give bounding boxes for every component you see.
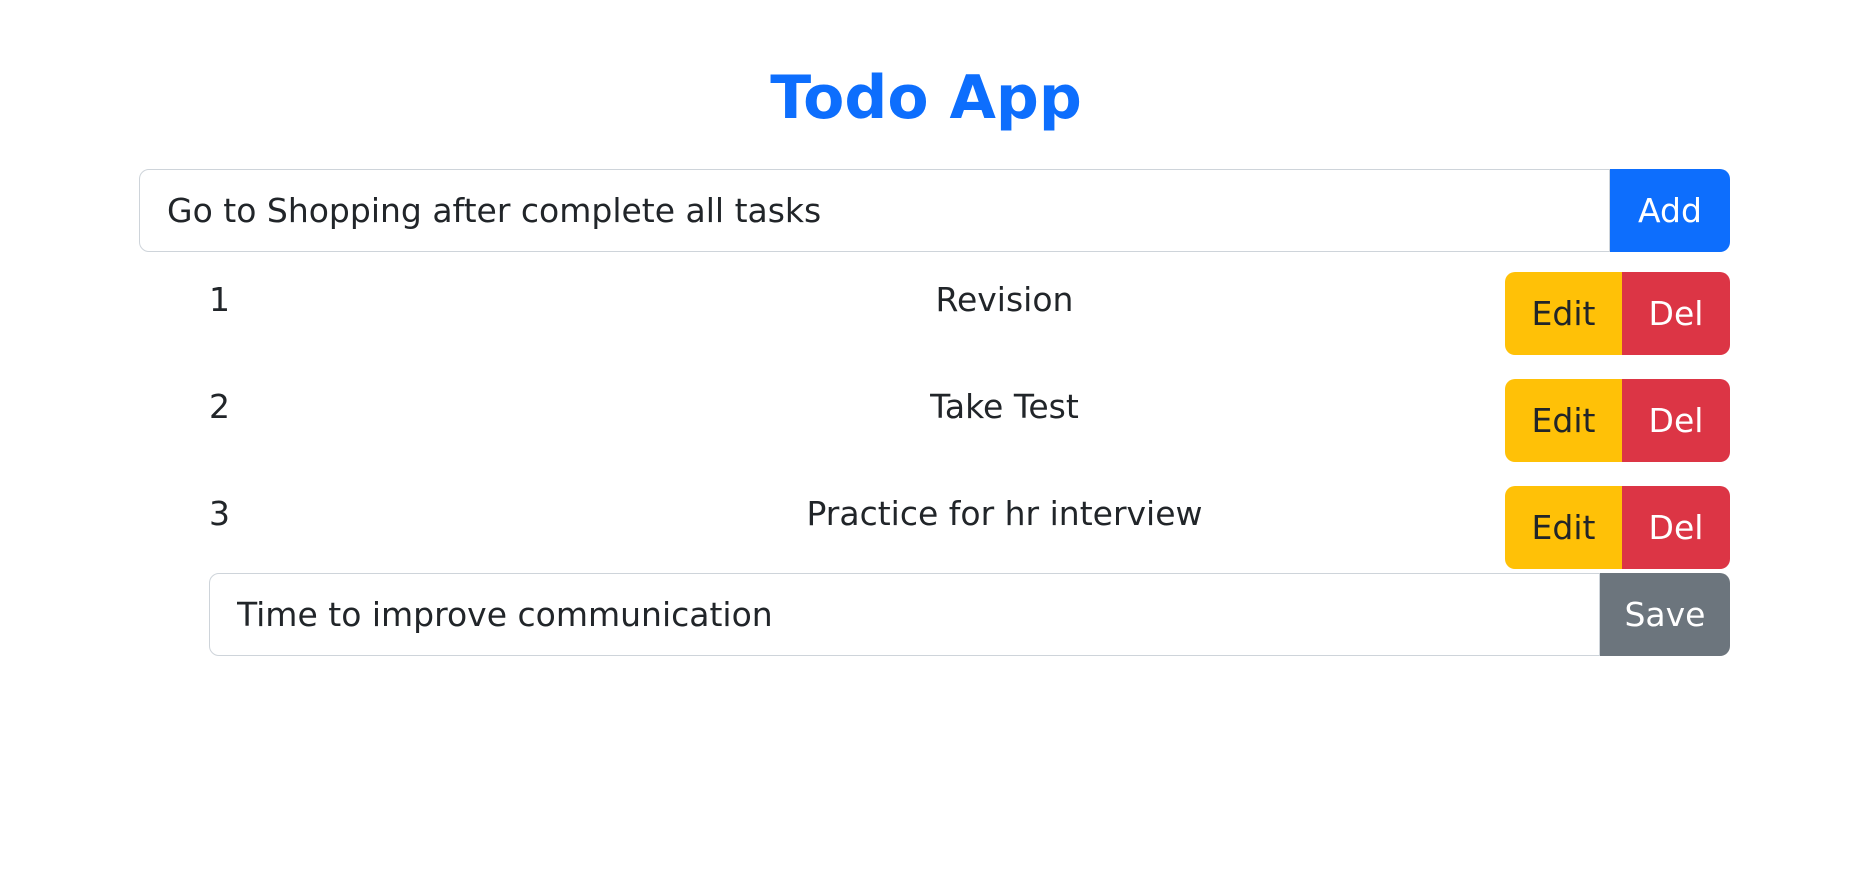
todo-text: Take Test bbox=[930, 387, 1079, 426]
todo-item: 2 Take Test Edit Del bbox=[139, 379, 1730, 462]
todo-text: Revision bbox=[935, 280, 1074, 319]
delete-button[interactable]: Del bbox=[1622, 272, 1730, 355]
save-button[interactable]: Save bbox=[1600, 573, 1730, 656]
todo-item: 1 Revision Edit Del bbox=[139, 272, 1730, 355]
delete-button[interactable]: Del bbox=[1622, 379, 1730, 462]
add-todo-input[interactable] bbox=[139, 169, 1610, 252]
todo-actions: Edit Del bbox=[1505, 486, 1730, 569]
page-title: Todo App bbox=[770, 63, 1082, 133]
todo-actions: Edit Del bbox=[1505, 379, 1730, 462]
todo-text: Practice for hr interview bbox=[806, 494, 1203, 533]
todo-item: 3 Practice for hr interview Edit Del bbox=[139, 486, 1730, 569]
edit-button[interactable]: Edit bbox=[1505, 486, 1622, 569]
todo-number: 1 bbox=[209, 280, 230, 319]
add-button[interactable]: Add bbox=[1610, 169, 1730, 252]
edit-button[interactable]: Edit bbox=[1505, 272, 1622, 355]
todo-number: 2 bbox=[209, 387, 230, 426]
add-todo-form: Add bbox=[139, 169, 1730, 252]
todo-app-page: Todo App Add 1 Revision Edit Del 2 Take … bbox=[0, 0, 1852, 888]
edit-button[interactable]: Edit bbox=[1505, 379, 1622, 462]
delete-button[interactable]: Del bbox=[1622, 486, 1730, 569]
edit-todo-input[interactable] bbox=[209, 573, 1600, 656]
todo-number: 3 bbox=[209, 494, 230, 533]
edit-todo-form: Save bbox=[209, 573, 1730, 656]
todo-actions: Edit Del bbox=[1505, 272, 1730, 355]
